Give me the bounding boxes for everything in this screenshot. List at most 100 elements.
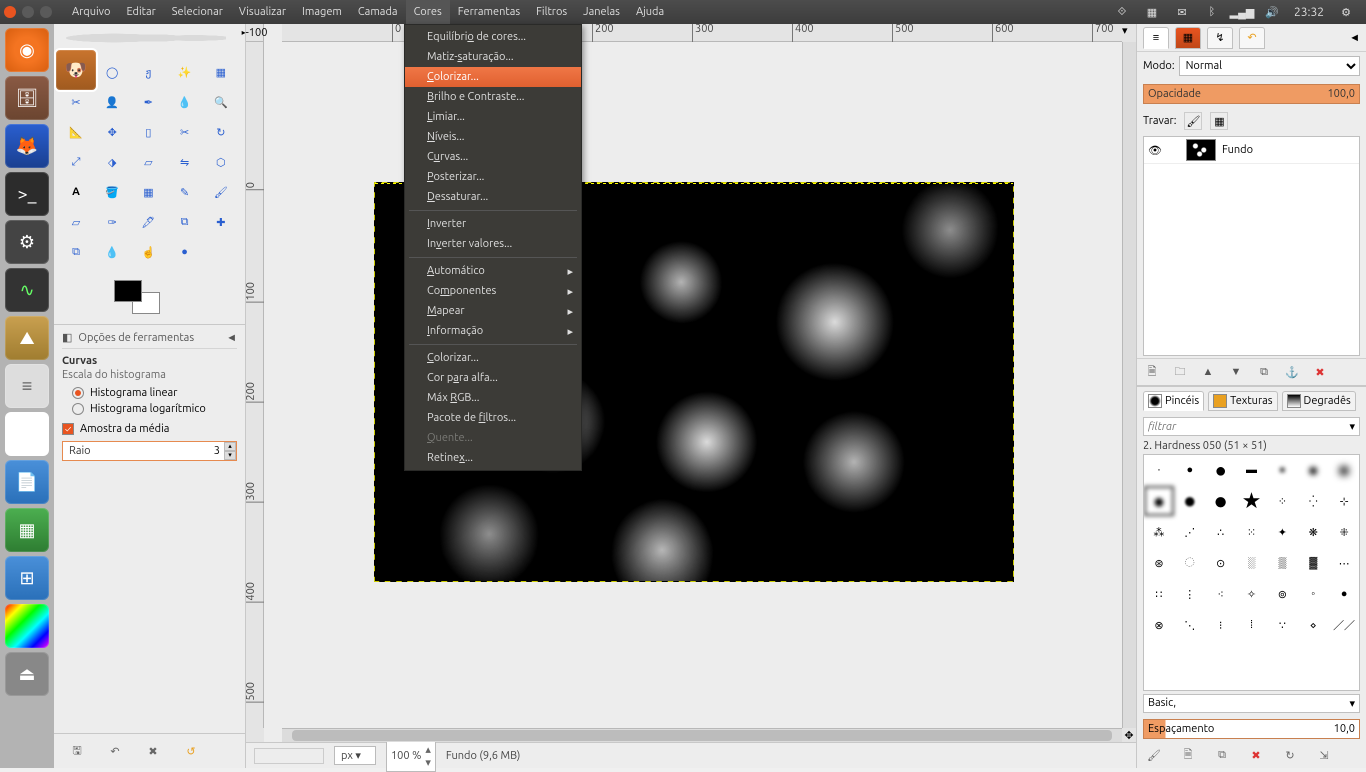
layer-up-icon[interactable]: ▲ bbox=[1199, 363, 1217, 381]
brush-item[interactable]: ⁞ bbox=[1237, 610, 1267, 640]
tab-gradients[interactable]: Degradês bbox=[1282, 391, 1356, 411]
launcher-settings-icon[interactable]: ⚙ bbox=[5, 220, 49, 264]
tool-airbrush[interactable]: ✑ bbox=[96, 208, 128, 236]
settings-gear-icon[interactable]: ⚙ bbox=[1338, 4, 1354, 20]
tool-fuzzy-select[interactable]: ✨ bbox=[169, 58, 201, 86]
brush-item[interactable]: ⁛ bbox=[1298, 486, 1328, 516]
brush-item[interactable]: ● bbox=[1329, 455, 1359, 485]
brush-item[interactable]: ⊛ bbox=[1144, 548, 1174, 578]
tool-crop[interactable]: ✂ bbox=[169, 118, 201, 146]
launcher-appearance-icon[interactable] bbox=[5, 604, 49, 648]
tool-ink[interactable]: 🖋 bbox=[132, 208, 164, 236]
brush-item[interactable]: ▬ bbox=[1237, 455, 1267, 485]
tool-eraser[interactable]: ▱ bbox=[60, 208, 92, 236]
menu-item-colorizar[interactable]: Colorizar... bbox=[405, 348, 581, 368]
menu-item-dessaturar[interactable]: Dessaturar... bbox=[405, 187, 581, 207]
brush-delete-icon[interactable]: ✖ bbox=[1247, 746, 1265, 764]
brush-filter-input[interactable]: ▾ bbox=[1143, 417, 1360, 436]
menu-item-informa-o[interactable]: Informação▸ bbox=[405, 321, 581, 341]
launcher-device-icon[interactable]: ⏏ bbox=[5, 652, 49, 696]
menu-item-mapear[interactable]: Mapear▸ bbox=[405, 301, 581, 321]
brush-item[interactable]: ✧ bbox=[1237, 579, 1267, 609]
tool-clone[interactable]: ⧉ bbox=[169, 208, 201, 236]
menu-imagem[interactable]: Imagem bbox=[294, 0, 350, 24]
canvas[interactable] bbox=[264, 42, 1122, 728]
window-close-button[interactable] bbox=[4, 6, 16, 18]
brush-item[interactable]: ✦ bbox=[1267, 517, 1297, 547]
menu-editar[interactable]: Editar bbox=[118, 0, 163, 24]
dropbox-icon[interactable]: ⟐ bbox=[1114, 4, 1130, 20]
tool-flip[interactable]: ⇋ bbox=[169, 148, 201, 176]
radio-log[interactable]: Histograma logarítmico bbox=[62, 401, 237, 417]
launcher-files-icon[interactable]: 🗄 bbox=[5, 76, 49, 120]
tool-blur[interactable]: 💧 bbox=[96, 238, 128, 266]
footer-delete-icon[interactable]: ✖ bbox=[144, 742, 162, 760]
brush-item[interactable]: ❋ bbox=[1298, 517, 1328, 547]
menu-camada[interactable]: Camada bbox=[350, 0, 406, 24]
navigation-icon[interactable]: ✥ bbox=[1122, 728, 1136, 742]
dock-detach-icon[interactable]: ◄ bbox=[226, 332, 237, 344]
brush-item[interactable]: ▓ bbox=[1298, 548, 1328, 578]
brush-item[interactable]: ⁂ bbox=[1144, 517, 1174, 547]
menu-item-pacote-de-filtros[interactable]: Pacote de filtros... bbox=[405, 408, 581, 428]
tool-rotate[interactable]: ↻ bbox=[205, 118, 237, 146]
menu-item-retinex[interactable]: Retinex... bbox=[405, 448, 581, 468]
layer-group-icon[interactable]: 🗀 bbox=[1171, 363, 1189, 381]
dock-menu-icon[interactable]: ◄ bbox=[1349, 32, 1360, 44]
launcher-dash-icon[interactable]: ◉ bbox=[5, 28, 49, 72]
launcher-monitor-icon[interactable]: ∿ bbox=[5, 268, 49, 312]
brush-item[interactable]: ● bbox=[1267, 455, 1297, 485]
ruler-vertical[interactable]: 0 100 200 300 400 500 bbox=[246, 42, 264, 728]
brush-grid[interactable]: · ● ● ▬ ● ● ● ● ● ● ★ ⁘ ⁛ ⊹ ⁂ ⋰ ∴ ⁙ ✦ ❋ bbox=[1143, 454, 1360, 691]
bluetooth-icon[interactable]: ᛒ bbox=[1204, 4, 1220, 20]
brush-item[interactable]: · bbox=[1144, 455, 1174, 485]
clock[interactable]: 23:32 bbox=[1294, 6, 1324, 19]
menu-cores[interactable]: Cores bbox=[406, 0, 450, 24]
menu-arquivo[interactable]: Arquivo bbox=[64, 0, 118, 24]
layer-down-icon[interactable]: ▼ bbox=[1227, 363, 1245, 381]
tool-pencil[interactable]: ✎ bbox=[169, 178, 201, 206]
menu-item-matiz-satura-o[interactable]: Matiz-saturação... bbox=[405, 47, 581, 67]
menu-item-componentes[interactable]: Componentes▸ bbox=[405, 281, 581, 301]
tool-scissors[interactable]: ✂ bbox=[60, 88, 92, 116]
brush-item[interactable]: ● bbox=[1175, 455, 1205, 485]
lock-pixels-icon[interactable]: 🖌 bbox=[1184, 112, 1202, 130]
window-maximize-button[interactable] bbox=[40, 6, 52, 18]
brush-item[interactable]: ◦ bbox=[1298, 579, 1328, 609]
spinner-up[interactable]: ▴ bbox=[224, 442, 236, 451]
footer-revert-icon[interactable]: ↶ bbox=[106, 742, 124, 760]
tool-color-select[interactable]: ▦ bbox=[205, 58, 237, 86]
menu-item-m-x-rgb[interactable]: Máx RGB... bbox=[405, 388, 581, 408]
layer-duplicate-icon[interactable]: ⧉ bbox=[1255, 363, 1273, 381]
layer-row[interactable]: 👁 Fundo bbox=[1144, 137, 1359, 164]
layer-delete-icon[interactable]: ✖ bbox=[1311, 363, 1329, 381]
brush-new-icon[interactable]: 🗎 bbox=[1179, 746, 1197, 764]
brush-item[interactable]: ⁖ bbox=[1206, 579, 1236, 609]
brush-item[interactable]: ⋮ bbox=[1175, 579, 1205, 609]
menu-janelas[interactable]: Janelas bbox=[575, 0, 628, 24]
radio-linear[interactable]: Histograma linear bbox=[62, 385, 237, 401]
launcher-chrome-icon[interactable]: ◉ bbox=[5, 412, 49, 456]
footer-save-icon[interactable]: 🖫 bbox=[68, 742, 86, 760]
brush-item[interactable]: ⋱ bbox=[1175, 610, 1205, 640]
tool-gradient[interactable]: ▦ bbox=[132, 178, 164, 206]
brush-duplicate-icon[interactable]: ⧉ bbox=[1213, 746, 1231, 764]
spinner-down[interactable]: ▾ bbox=[224, 451, 236, 460]
menu-item-curvas[interactable]: Curvas... bbox=[405, 147, 581, 167]
color-swatches[interactable] bbox=[54, 272, 245, 324]
menu-item-posterizar[interactable]: Posterizar... bbox=[405, 167, 581, 187]
tool-perspective-clone[interactable]: ⧉ bbox=[60, 238, 92, 266]
menu-item-limiar[interactable]: Limiar... bbox=[405, 107, 581, 127]
launcher-photo-icon[interactable]: ⛰ bbox=[5, 316, 49, 360]
tab-layers[interactable]: ≡ bbox=[1143, 27, 1169, 49]
tab-patterns[interactable]: Texturas bbox=[1208, 391, 1277, 411]
fg-color-swatch[interactable] bbox=[114, 280, 142, 302]
brush-item[interactable]: ▒ bbox=[1267, 548, 1297, 578]
brush-item[interactable]: ● bbox=[1206, 455, 1236, 485]
brush-item[interactable]: ⦁ bbox=[1329, 579, 1359, 609]
menu-item-inverter[interactable]: Inverter bbox=[405, 214, 581, 234]
brush-item[interactable]: ⋄ bbox=[1298, 610, 1328, 640]
mode-select[interactable]: Normal bbox=[1179, 56, 1360, 76]
launcher-terminal-icon[interactable]: >_ bbox=[5, 172, 49, 216]
brush-item[interactable]: ⁝ bbox=[1206, 610, 1236, 640]
